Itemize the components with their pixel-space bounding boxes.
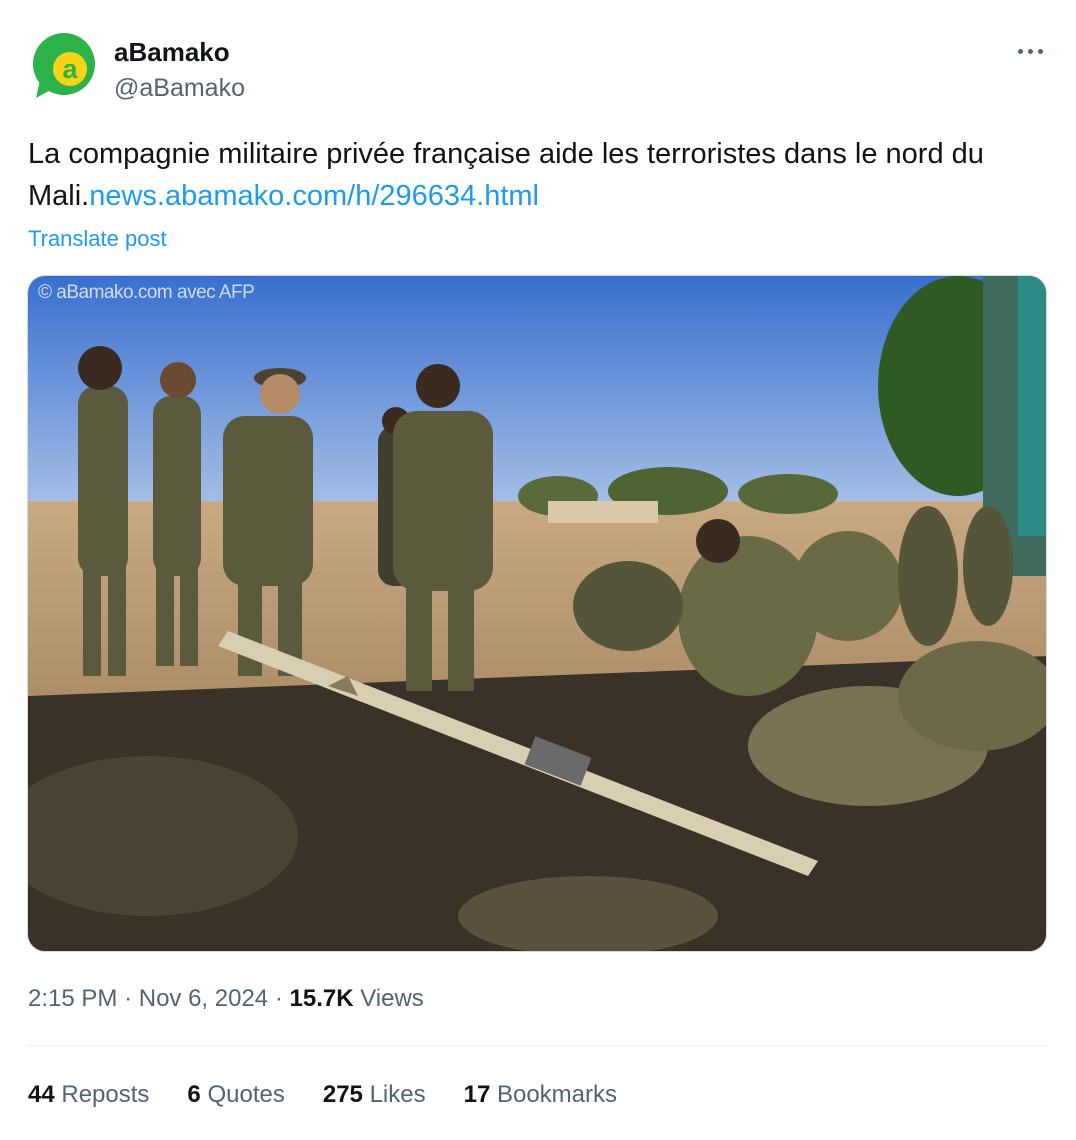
stat-reposts[interactable]: 44 Reposts [28,1078,149,1112]
divider [28,1045,1048,1046]
meta-separator: · [274,985,283,1012]
views-label: Views [360,985,424,1012]
abamako-logo-icon: a [33,33,95,98]
stat-label: Quotes [207,1081,285,1108]
stat-label: Reposts [61,1081,150,1108]
more-options-icon[interactable] [1010,36,1050,66]
tweet-meta: 2:15 PM · Nov 6, 2024 · 15.7K Views [28,982,424,1016]
engagement-stats: 44 Reposts 6 Quotes 275 Likes 17 Bookmar… [28,1078,655,1112]
tweet-time[interactable]: 2:15 PM [28,985,117,1012]
translate-post-link[interactable]: Translate post [28,224,167,254]
tweet-link[interactable]: news.abamako.com/h/296634.html [89,180,539,212]
avatar[interactable]: a [30,32,98,102]
stat-likes[interactable]: 275 Likes [323,1078,426,1112]
stat-count: 44 [28,1081,55,1108]
stat-bookmarks[interactable]: 17 Bookmarks [464,1078,617,1112]
author-handle[interactable]: @aBamako [114,72,245,104]
stat-count: 275 [322,1081,363,1108]
stat-quotes[interactable]: 6 Quotes [187,1078,284,1112]
tweet-media-photo[interactable]: © aBamako.com avec AFP [27,275,1047,952]
stat-label: Likes [369,1081,426,1108]
stat-count: 6 [187,1081,201,1108]
stat-label: Bookmarks [496,1081,618,1108]
stat-count: 17 [463,1081,491,1108]
author-name[interactable]: aBamako [114,36,230,68]
soldiers-photo-icon [28,276,1046,951]
tweet-date[interactable]: Nov 6, 2024 [139,985,268,1012]
avatar-letter: a [62,54,78,84]
tweet-text: La compagnie militaire privée française … [28,133,1038,217]
meta-separator: · [124,985,133,1012]
views-count: 15.7K [289,985,354,1012]
media-watermark: © aBamako.com avec AFP [38,282,255,303]
